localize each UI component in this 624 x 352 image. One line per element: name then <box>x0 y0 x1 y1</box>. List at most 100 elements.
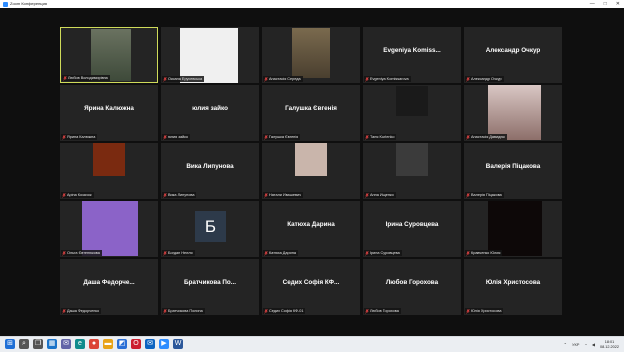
participant-label-text: Таня Kurlenko <box>370 135 395 139</box>
participant-name-label: Evgeniya Komissarova <box>364 76 411 82</box>
participant-tile[interactable]: Анна Ищенко <box>363 143 461 199</box>
muted-microphone-icon <box>264 192 268 198</box>
chevron-up-icon[interactable]: ⌃ <box>564 342 567 347</box>
participant-label-text: Юлія Христосова <box>471 309 502 313</box>
minimize-button[interactable]: — <box>590 0 595 8</box>
participant-label-text: Ірина Суровцева <box>370 251 400 255</box>
explorer-icon[interactable]: ▬ <box>103 339 113 349</box>
muted-microphone-icon <box>264 134 268 140</box>
search-icon[interactable]: ⌕ <box>19 339 29 349</box>
participant-name-label: Ольга Євтенюкова <box>61 250 102 256</box>
participant-tile[interactable]: Таня Kurlenko <box>363 85 461 141</box>
muted-microphone-icon <box>62 192 66 198</box>
task-view-icon[interactable]: ❐ <box>33 339 43 349</box>
participant-label-text: Братчикова Полина <box>168 309 203 313</box>
participant-label-text: Анастасія Середа <box>269 77 301 81</box>
muted-microphone-icon <box>466 76 470 82</box>
muted-microphone-icon <box>62 250 66 256</box>
close-button[interactable]: ✕ <box>616 0 620 8</box>
participant-tile[interactable]: Натали Ивашевич <box>262 143 360 199</box>
participant-label-text: Богдан Нелля <box>168 251 193 255</box>
participant-name-label: Вика Липунова <box>162 192 197 198</box>
word-icon[interactable]: W <box>173 339 183 349</box>
participant-tile[interactable]: Кравченко Юлия <box>464 201 562 257</box>
wifi-icon[interactable]: ◔ <box>584 342 586 347</box>
participant-label-text: Александр Очкур <box>471 77 502 81</box>
participant-display-name: Галушка Євгенія <box>285 104 337 112</box>
participant-tile[interactable]: Любов Горохова Любов Горохова <box>363 259 461 315</box>
participant-tile[interactable]: Анастасія Давидюк <box>464 85 562 141</box>
participant-tile[interactable]: Братчикова По... Братчикова Полина <box>161 259 259 315</box>
participant-label-text: Ольга Євтенюкова <box>67 251 100 255</box>
participant-name-label: Галушка Євгенія <box>263 134 301 140</box>
participant-tile[interactable]: Анастасія Середа <box>262 27 360 83</box>
participant-label-text: Валерія Піцакова <box>471 193 502 197</box>
participant-tile[interactable]: Валерія Піцакова Валерія Піцакова <box>464 143 562 199</box>
participant-tile[interactable]: Вика Липунова Вика Липунова <box>161 143 259 199</box>
gallery-view: Любов Володимирівна Оксана Ерусевська Анас… <box>0 8 624 333</box>
participant-label-text: юлия зайко <box>168 135 189 139</box>
participant-tile[interactable]: Ярина Калюжна Ярина Калюжна <box>60 85 158 141</box>
zoom-icon[interactable]: ▶ <box>159 339 169 349</box>
participant-name-label: Ірина Суровцева <box>364 250 402 256</box>
muted-microphone-icon <box>163 192 167 198</box>
participant-tile[interactable]: Седих Софія КФ... Седих Софія КФ-01 <box>262 259 360 315</box>
participant-name-label: Оксана Ерусевська <box>162 76 205 82</box>
participant-display-name: юлия зайко <box>192 104 228 112</box>
participant-name-label: Анастасія Середа <box>263 76 303 82</box>
participant-name-label: Седих Софія КФ-01 <box>263 308 306 314</box>
participant-tile[interactable]: Александр Очкур Александр Очкур <box>464 27 562 83</box>
muted-microphone-icon <box>163 250 167 256</box>
participant-label-text: Седих Софія КФ-01 <box>269 309 304 313</box>
participant-tile[interactable]: Ольга Євтенюкова <box>60 201 158 257</box>
participant-video <box>292 28 330 78</box>
participant-display-name: Вика Липунова <box>186 162 234 170</box>
participant-name-label: Натали Ивашевич <box>263 192 304 198</box>
participant-display-name: Александр Очкур <box>485 46 541 54</box>
participant-video <box>396 143 428 176</box>
participant-tile[interactable]: Катюха Дарина Катюха Дарина <box>262 201 360 257</box>
chat-icon[interactable]: ✉ <box>61 339 71 349</box>
participant-tile[interactable]: Даша Федорче... Даша Федорченко <box>60 259 158 315</box>
participant-label-text: Катюха Дарина <box>269 251 296 255</box>
participant-display-name: Любов Горохова <box>385 278 439 286</box>
store-icon[interactable]: ◩ <box>117 339 127 349</box>
muted-microphone-icon <box>466 308 470 314</box>
participant-tile[interactable]: Аріна Козачок <box>60 143 158 199</box>
participant-tile[interactable]: Галушка Євгенія Галушка Євгенія <box>262 85 360 141</box>
muted-microphone-icon <box>365 134 369 140</box>
participant-tile[interactable]: юлия зайко юлия зайко <box>161 85 259 141</box>
participant-tile[interactable]: Ірина Суровцева Ірина Суровцева <box>363 201 461 257</box>
participant-tile[interactable]: Оксана Ерусевська <box>161 27 259 83</box>
participant-name-label: Любов Володимирівна <box>62 75 110 81</box>
participant-tile[interactable]: Любов Володимирівна <box>60 27 158 83</box>
language-indicator[interactable]: УКР <box>572 342 580 347</box>
participant-name-label: Любов Горохова <box>364 308 401 314</box>
clock[interactable]: 18:01 08.12.2022 <box>600 340 619 349</box>
mail-icon[interactable]: ✉ <box>145 339 155 349</box>
edge-icon[interactable]: e <box>75 339 85 349</box>
participant-tile[interactable]: Evgeniya Komiss... Evgeniya Komissarova <box>363 27 461 83</box>
participant-tile[interactable]: Юлія Христосова Юлія Христосова <box>464 259 562 315</box>
participant-display-name: Валерія Піцакова <box>485 162 541 170</box>
participant-name-label: Ярина Калюжна <box>61 134 98 140</box>
widgets-icon[interactable]: ▦ <box>47 339 57 349</box>
participant-label-text: Вика Липунова <box>168 193 195 197</box>
muted-microphone-icon <box>365 76 369 82</box>
windows-start-icon[interactable]: ⊞ <box>5 339 15 349</box>
participant-display-name: Evgeniya Komiss... <box>383 46 441 54</box>
muted-microphone-icon <box>466 250 470 256</box>
zoom-app-icon <box>3 1 8 7</box>
participant-name-label: Анна Ищенко <box>364 192 396 198</box>
opera-icon[interactable]: O <box>131 339 141 349</box>
participant-display-name: Ірина Суровцева <box>385 220 439 228</box>
participant-label-text: Галушка Євгенія <box>269 135 299 139</box>
participant-name-label: Аріна Козачок <box>61 192 94 198</box>
participant-video <box>93 143 125 176</box>
volume-icon[interactable]: ◀ <box>592 342 595 347</box>
muted-microphone-icon <box>365 308 369 314</box>
participant-tile[interactable]: Б Богдан Нелля <box>161 201 259 257</box>
participant-label-text: Кравченко Юлия <box>471 251 501 255</box>
maximize-button[interactable]: □ <box>604 0 607 8</box>
chrome-icon[interactable]: ● <box>89 339 99 349</box>
